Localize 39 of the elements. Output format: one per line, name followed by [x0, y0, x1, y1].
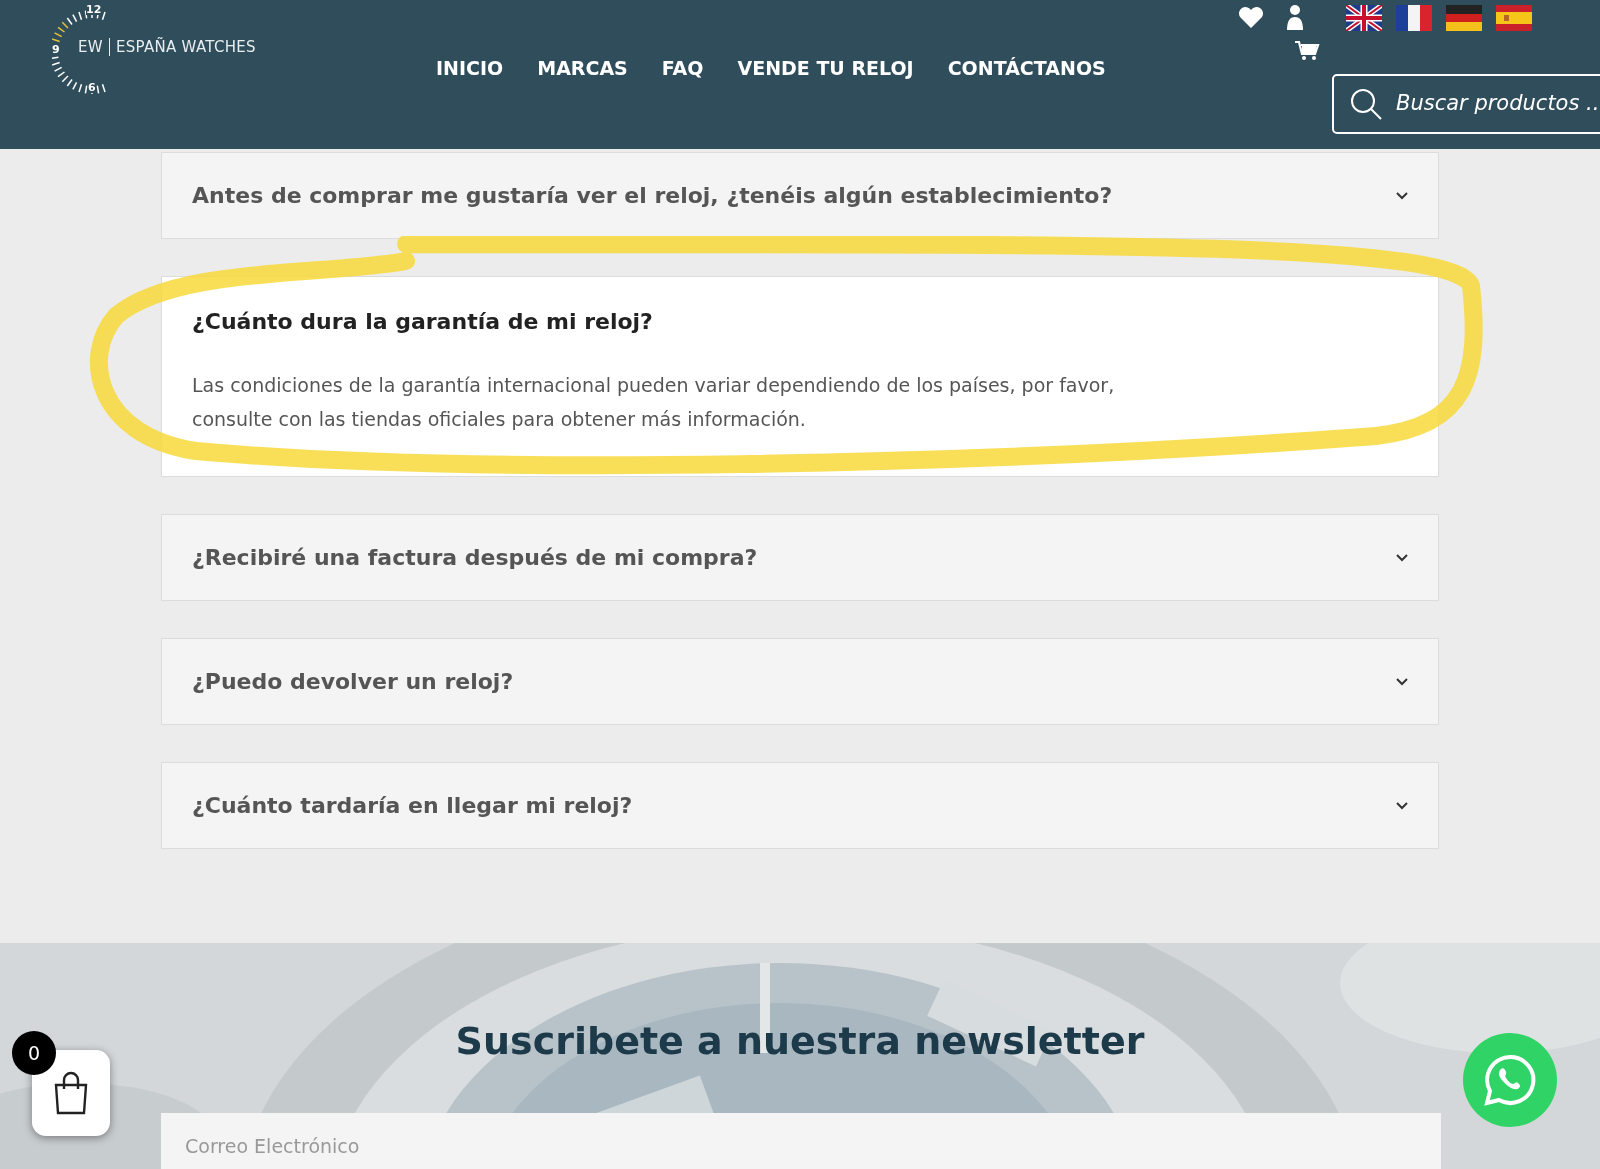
heart-icon[interactable]: [1238, 5, 1264, 30]
cart-icon[interactable]: [1294, 40, 1320, 61]
flag-icon[interactable]: [1396, 4, 1432, 31]
faq-question: Antes de comprar me gustaría ver el reloj, ¿tenéis algún establecimiento?: [192, 182, 1113, 210]
flag-icon[interactable]: [1446, 4, 1482, 31]
flag-icon[interactable]: [1496, 4, 1532, 31]
nav-link-item[interactable]: INICIO: [436, 54, 504, 83]
logo-mark: EW: [78, 36, 103, 58]
nav-link-item[interactable]: VENDE TU RELOJ: [737, 54, 914, 83]
question-card[interactable]: ¿Puedo devolver un reloj?: [161, 638, 1439, 726]
newsletter-title: Suscribete a nuestra newsletter: [455, 1019, 1145, 1065]
faq-question: ¿Cuánto dura la garantía de mi reloj?: [192, 308, 654, 336]
question-card[interactable]: ¿Recibiré una factura después de mi compra?: [161, 514, 1439, 602]
user-icon[interactable]: [1286, 4, 1304, 31]
flag-icon[interactable]: [1346, 4, 1382, 31]
search-bar[interactable]: Buscar productos ...: [1332, 74, 1600, 134]
chevron-down-icon: [1396, 801, 1408, 810]
faq-question: ¿Recibiré una factura después de mi compra?: [192, 544, 758, 573]
faq-question: ¿Cuánto tardaría en llegar mi reloj?: [192, 792, 633, 821]
chevron-down-icon: [1396, 677, 1408, 686]
search-icon: [1350, 88, 1382, 120]
whatsapp-icon: [1483, 1053, 1537, 1107]
question-card[interactable]: Antes de comprar me gustaría ver el reloj, ¿tenéis algún establecimiento?: [161, 152, 1439, 239]
nav-link-item[interactable]: FAQ: [661, 54, 704, 83]
email-field[interactable]: Correo Electrónico: [161, 1113, 1441, 1169]
nav-link-item[interactable]: CONTÁCTANOS: [947, 54, 1106, 83]
dial-number: 12: [86, 4, 102, 15]
dial-number: 6: [88, 82, 96, 93]
logo-text: ESPAÑA WATCHES: [115, 36, 256, 58]
shopping-bag-icon: [53, 1071, 89, 1115]
question-card[interactable]: ¿Cuánto dura la garantía de mi reloj? Las condiciones de la garantía internacional pueden variar dependiendo de los países, por favor, consulte con las tiendas oficiales para obtener más información.: [161, 276, 1439, 478]
search-input[interactable]: Buscar productos ...: [1394, 87, 1600, 121]
faq-answer: Las condiciones de la garantía internacional pueden variar dependiendo de los países, por favor, consulte con las tiendas oficiales para obtener más información.: [192, 373, 1116, 433]
chevron-down-icon: [1396, 553, 1408, 562]
question-card[interactable]: ¿Cuánto tardaría en llegar mi reloj?: [161, 762, 1439, 850]
chevron-down-icon: [1396, 191, 1408, 200]
dial-number: 9: [52, 44, 60, 55]
nav-link-item[interactable]: MARCAS: [537, 54, 628, 83]
faq-question: ¿Puedo devolver un reloj?: [192, 668, 514, 697]
